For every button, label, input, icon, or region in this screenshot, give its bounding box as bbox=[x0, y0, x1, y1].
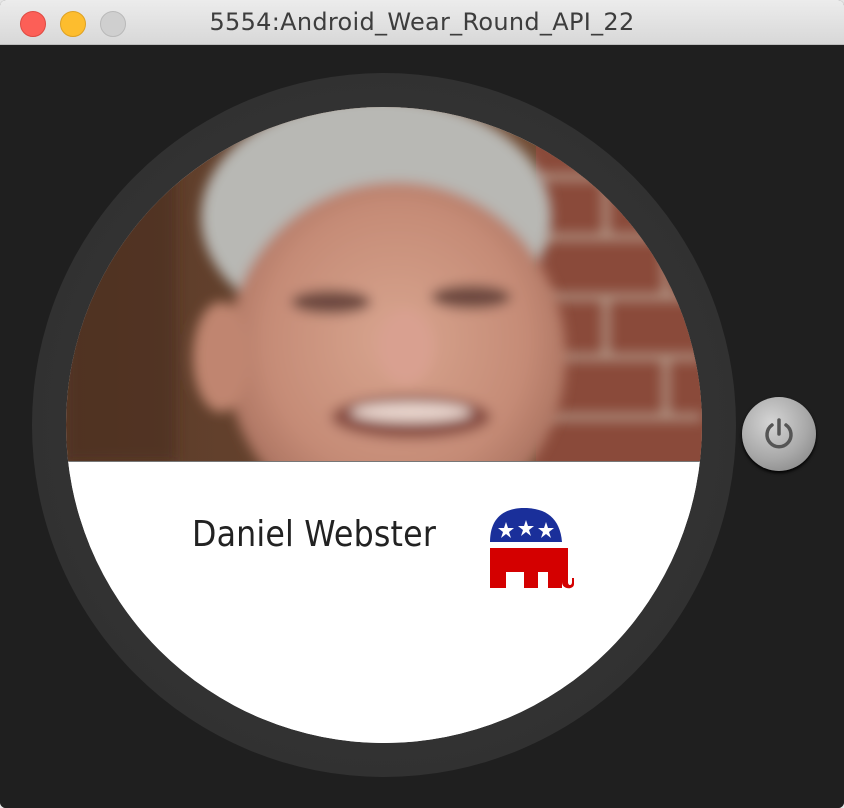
contact-name: Daniel Webster bbox=[192, 514, 437, 555]
power-button[interactable] bbox=[742, 397, 816, 471]
portrait-photo bbox=[66, 107, 702, 461]
contact-card[interactable]: Daniel Webster bbox=[66, 461, 702, 743]
republican-elephant-icon bbox=[490, 508, 574, 589]
title-bar[interactable]: 5554:Android_Wear_Round_API_22 bbox=[0, 0, 844, 45]
emulator-content: Daniel Webster bbox=[0, 45, 844, 808]
watch-screen[interactable]: Daniel Webster bbox=[66, 107, 702, 743]
emulator-window: 5554:Android_Wear_Round_API_22 Daniel We… bbox=[0, 0, 844, 808]
window-title: 5554:Android_Wear_Round_API_22 bbox=[209, 8, 635, 36]
power-icon bbox=[765, 418, 793, 449]
